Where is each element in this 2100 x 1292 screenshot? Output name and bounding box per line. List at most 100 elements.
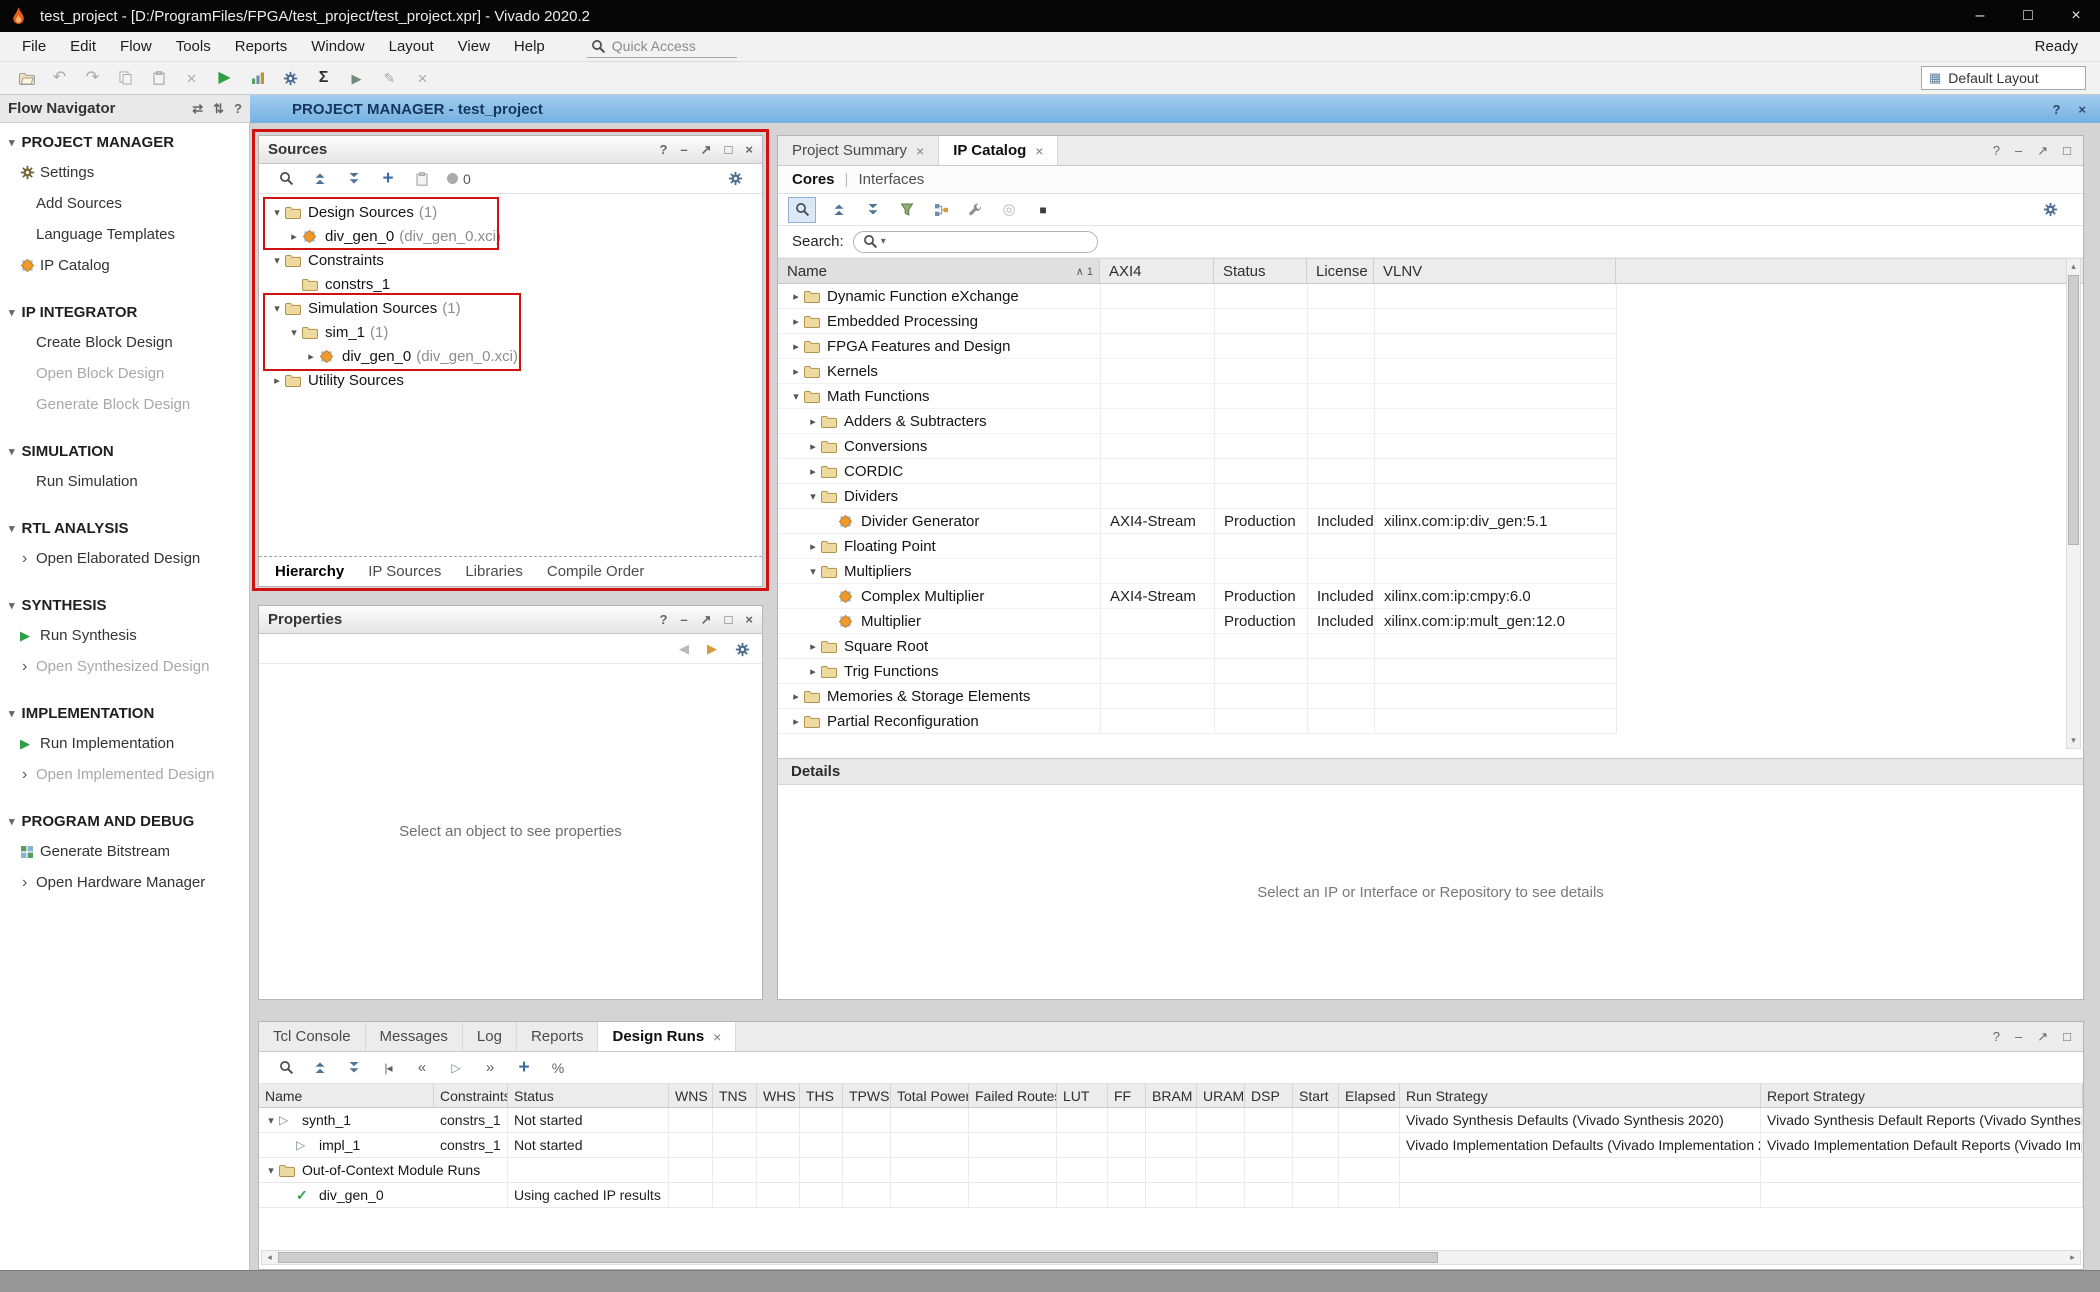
scrollbar-thumb[interactable]: [278, 1252, 1438, 1263]
tab-reports[interactable]: Reports: [517, 1022, 599, 1051]
close-icon[interactable]: ×: [2052, 0, 2100, 32]
menu-help[interactable]: Help: [502, 38, 557, 55]
column-header-start[interactable]: Start: [1293, 1084, 1339, 1107]
properties-settings-gear-icon[interactable]: [735, 640, 750, 657]
column-header-constraints[interactable]: Constraints: [434, 1084, 508, 1107]
paste-icon[interactable]: [142, 65, 175, 92]
scroll-left-icon[interactable]: ◂: [262, 1251, 277, 1264]
clipboard-icon[interactable]: [405, 166, 439, 192]
edit-icon[interactable]: ✎: [373, 65, 406, 92]
maximize-icon[interactable]: □: [2004, 0, 2052, 32]
column-header-failed-routes[interactable]: Failed Routes: [969, 1084, 1057, 1107]
ip-row-square-root[interactable]: ▸Square Root: [778, 634, 1616, 659]
fn-item-run-implementation[interactable]: ▶Run Implementation: [0, 728, 249, 759]
collapse-all-icon[interactable]: [822, 197, 856, 223]
source-item-constraints[interactable]: ▾Constraints: [259, 248, 762, 272]
scroll-down-icon[interactable]: ▾: [2067, 733, 2080, 748]
run-row-div-gen-0[interactable]: ✓div_gen_0Using cached IP results: [259, 1183, 2083, 1208]
expand-all-icon[interactable]: [856, 197, 890, 223]
collapse-all-icon[interactable]: [303, 1055, 337, 1081]
open-icon[interactable]: [10, 65, 43, 92]
forward-arrow-icon[interactable]: ▶: [707, 640, 717, 657]
fn-section-header-implementation[interactable]: ▾IMPLEMENTATION: [0, 698, 249, 728]
menu-file[interactable]: File: [10, 38, 58, 55]
fn-item-generate-bitstream[interactable]: Generate Bitstream: [0, 836, 249, 867]
help-icon[interactable]: ?: [1993, 142, 2000, 159]
column-header-ths[interactable]: THS: [800, 1084, 843, 1107]
column-header-license[interactable]: License: [1307, 259, 1374, 283]
close-icon[interactable]: ×: [1035, 143, 1043, 159]
chevron-right-icon[interactable]: ▸: [788, 340, 804, 353]
ip-row-dividers[interactable]: ▾Dividers: [778, 484, 1616, 509]
maximize-icon[interactable]: □: [2063, 142, 2071, 159]
column-header-axi4[interactable]: AXI4: [1100, 259, 1214, 283]
sort-icon[interactable]: ⇅: [213, 102, 224, 115]
scroll-up-icon[interactable]: ▴: [2067, 259, 2080, 274]
run-icon[interactable]: ▶: [208, 65, 241, 92]
chevron-right-icon[interactable]: ▸: [303, 350, 319, 363]
float-icon[interactable]: ↗: [2037, 1028, 2048, 1045]
back-icon[interactable]: ◀: [679, 640, 689, 657]
chevron-right-icon[interactable]: ▸: [805, 540, 821, 553]
column-header-report-strategy[interactable]: Report Strategy: [1761, 1084, 2083, 1107]
fn-item-open-block-design[interactable]: Open Block Design: [0, 358, 249, 389]
tab-messages[interactable]: Messages: [366, 1022, 463, 1051]
fn-item-generate-block-design[interactable]: Generate Block Design: [0, 389, 249, 420]
column-header-elapsed[interactable]: Elapsed: [1339, 1084, 1400, 1107]
fn-item-run-simulation[interactable]: Run Simulation: [0, 466, 249, 497]
fn-section-header-simulation[interactable]: ▾SIMULATION: [0, 436, 249, 466]
tab-design-runs[interactable]: Design Runs×: [598, 1022, 736, 1051]
collapse-all-icon[interactable]: [303, 166, 337, 192]
chevron-right-icon[interactable]: ▸: [805, 415, 821, 428]
run-outline-icon[interactable]: ▷: [439, 1055, 473, 1081]
ip-row-cordic[interactable]: ▸CORDIC: [778, 459, 1616, 484]
scrollbar-thumb[interactable]: [2068, 275, 2079, 545]
fn-item-create-block-design[interactable]: Create Block Design: [0, 327, 249, 358]
stop-icon[interactable]: ■: [1026, 197, 1060, 223]
column-header-ff[interactable]: FF: [1108, 1084, 1146, 1107]
ip-row-dynamic-function-exchange[interactable]: ▸Dynamic Function eXchange: [778, 284, 1616, 309]
ip-row-adders-subtracters[interactable]: ▸Adders & Subtracters: [778, 409, 1616, 434]
redo-icon[interactable]: ↷: [76, 65, 109, 92]
subtab-cores[interactable]: Cores: [792, 171, 835, 188]
chevron-right-icon[interactable]: ▸: [805, 665, 821, 678]
float-icon[interactable]: ↗: [2037, 142, 2048, 159]
fn-section-header-project-manager[interactable]: ▾PROJECT MANAGER: [0, 127, 249, 157]
fn-item-open-synthesized-design[interactable]: ›Open Synthesized Design: [0, 651, 249, 682]
float-icon[interactable]: ↗: [701, 611, 712, 628]
fn-section-header-program-and-debug[interactable]: ▾PROGRAM AND DEBUG: [0, 806, 249, 836]
help-icon[interactable]: ?: [2052, 101, 2060, 118]
float-icon[interactable]: ↗: [701, 141, 712, 158]
column-header-name[interactable]: Name: [259, 1084, 434, 1107]
source-item-div-gen-0[interactable]: ▸div_gen_0(div_gen_0.xci): [259, 224, 762, 248]
fn-item-open-elaborated-design[interactable]: ›Open Elaborated Design: [0, 543, 249, 574]
chevron-right-icon[interactable]: ▸: [286, 230, 302, 243]
menu-edit[interactable]: Edit: [58, 38, 108, 55]
wrench-icon[interactable]: [958, 197, 992, 223]
run-row-impl-1[interactable]: ▷impl_1constrs_1Not startedVivado Implem…: [259, 1133, 2083, 1158]
search-icon[interactable]: [269, 166, 303, 192]
column-header-status[interactable]: Status: [508, 1084, 669, 1107]
column-header-tns[interactable]: TNS: [713, 1084, 757, 1107]
expand-all-icon[interactable]: [337, 1055, 371, 1081]
messages-indicator[interactable]: 0: [447, 171, 471, 187]
subtab-interfaces[interactable]: Interfaces: [858, 171, 924, 188]
minimize-icon[interactable]: –: [680, 611, 687, 628]
maximize-icon[interactable]: □: [2063, 1028, 2071, 1045]
chevron-right-icon[interactable]: ▸: [788, 365, 804, 378]
cancel-icon[interactable]: ×: [406, 65, 439, 92]
maximize-icon[interactable]: □: [725, 611, 733, 628]
column-header-run-strategy[interactable]: Run Strategy: [1400, 1084, 1761, 1107]
report-icon[interactable]: [241, 65, 274, 92]
add-icon[interactable]: +: [507, 1055, 541, 1081]
sigma-icon[interactable]: Σ: [307, 65, 340, 92]
source-item-constrs-1[interactable]: constrs_1: [259, 272, 762, 296]
source-item-sim-1[interactable]: ▾sim_1(1): [259, 320, 762, 344]
undo-icon[interactable]: ↶: [43, 65, 76, 92]
run-row-synth-1[interactable]: ▾▷synth_1constrs_1Not startedVivado Synt…: [259, 1108, 2083, 1133]
layout-selector[interactable]: ▦ Default Layout: [1921, 66, 2086, 90]
maximize-icon[interactable]: □: [725, 141, 733, 158]
column-header-name[interactable]: Name∧ 1: [778, 259, 1100, 283]
column-header-whs[interactable]: WHS: [757, 1084, 800, 1107]
hierarchy-icon[interactable]: [924, 197, 958, 223]
